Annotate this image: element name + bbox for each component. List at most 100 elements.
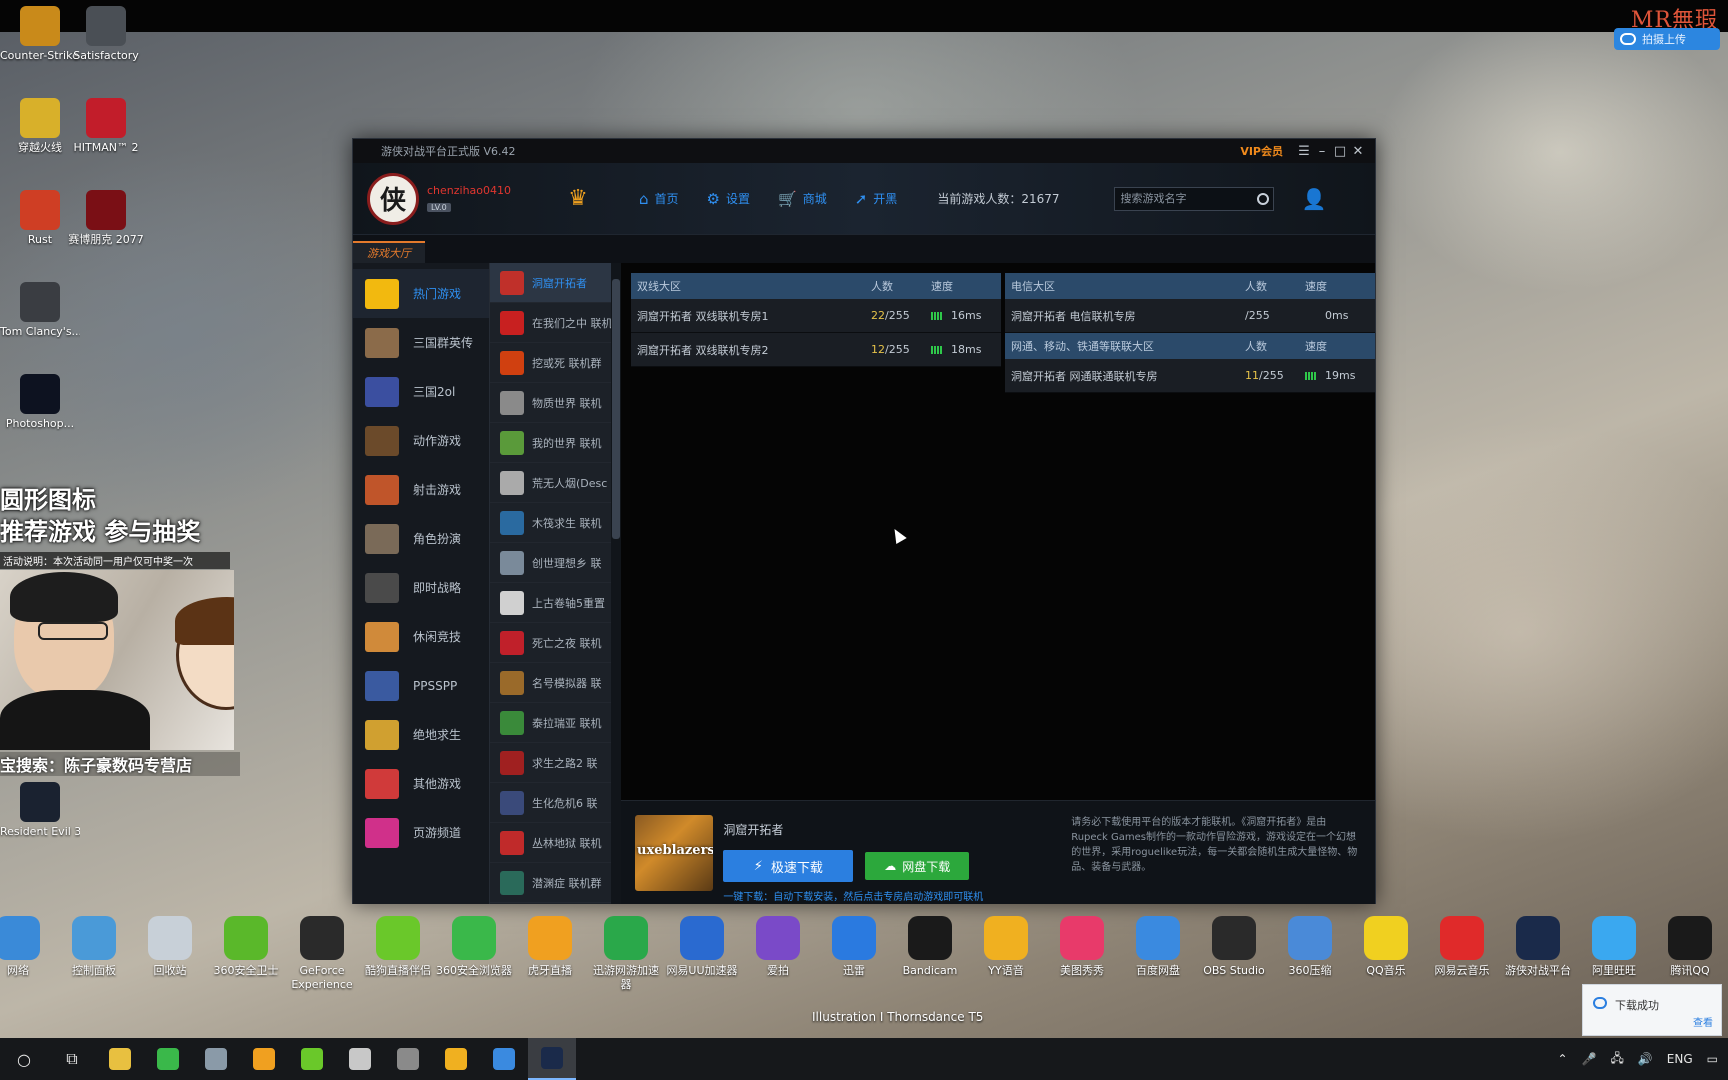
user-block[interactable]: chenzihao0410 LV.0 <box>427 184 539 213</box>
desktop-shortcut[interactable]: Bandicam <box>892 916 968 978</box>
microphone-icon[interactable]: 🎤 <box>1582 1052 1597 1066</box>
category-item[interactable]: 其他游戏 <box>353 759 489 808</box>
game-list-item[interactable]: 泰拉瑞亚 联机 <box>490 703 621 743</box>
upload-badge[interactable]: 拍摄上传 <box>1614 28 1720 50</box>
server-row[interactable]: 洞窟开拓者 双线联机专房1 22/255 16ms <box>631 299 1001 333</box>
taskbar-app[interactable] <box>336 1038 384 1080</box>
desktop-shortcut[interactable]: 百度网盘 <box>1120 916 1196 978</box>
scrollbar-thumb[interactable] <box>612 279 620 539</box>
minimize-button[interactable]: – <box>1313 144 1331 159</box>
search-circle-icon[interactable]: ○ <box>0 1038 48 1080</box>
taskbar-app[interactable] <box>288 1038 336 1080</box>
game-list-item[interactable]: 求生之路2 联 <box>490 743 621 783</box>
taskbar-app[interactable] <box>144 1038 192 1080</box>
game-list-item[interactable]: 洞窟开拓者 <box>490 263 621 303</box>
desktop-shortcut[interactable]: 360安全卫士 <box>208 916 284 978</box>
desktop-shortcut[interactable]: 爱拍 <box>740 916 816 978</box>
desktop-shortcut[interactable]: 网络 <box>0 916 56 978</box>
game-list-item[interactable]: 我的世界 联机 <box>490 423 621 463</box>
taskbar-app[interactable] <box>528 1038 576 1080</box>
server-row[interactable]: 洞窟开拓者 网通联通联机专房 11/255 19ms <box>1005 359 1375 393</box>
desktop-icon[interactable]: Resident Evil 3 <box>0 782 80 839</box>
user-profile-icon[interactable]: 👤 <box>1302 187 1327 211</box>
fast-download-button[interactable]: ⚡ 极速下载 <box>723 850 854 882</box>
language-indicator[interactable]: ENG <box>1667 1052 1693 1066</box>
username[interactable]: chenzihao0410 <box>427 184 539 197</box>
desktop-shortcut[interactable]: 360安全浏览器 <box>436 916 512 978</box>
desktop-shortcut[interactable]: 控制面板 <box>56 916 132 978</box>
app-logo[interactable]: 侠 <box>367 172 419 225</box>
category-item[interactable]: 三国群英传 <box>353 318 489 367</box>
game-list-scrollbar[interactable] <box>611 263 621 904</box>
game-list-item[interactable]: 物质世界 联机 <box>490 383 621 423</box>
volume-icon[interactable]: 🔊 <box>1638 1052 1653 1066</box>
game-list-item[interactable]: 丛林地狱 联机 <box>490 823 621 863</box>
nav-rocket[interactable]: ➚ 开黑 <box>855 190 898 208</box>
desktop-icon[interactable]: 赛博朋克 2077 <box>66 190 146 247</box>
game-list-item[interactable]: 在我们之中 联机 <box>490 303 621 343</box>
desktop-shortcut[interactable]: 回收站 <box>132 916 208 978</box>
title-bar[interactable]: 游侠对战平台正式版 V6.42 VIP会员 ☰ – □ ✕ <box>353 139 1375 163</box>
server-row[interactable]: 洞窟开拓者 双线联机专房2 12/255 18ms <box>631 333 1001 367</box>
search-box[interactable] <box>1113 186 1274 211</box>
game-list-item[interactable]: 创世理想乡 联 <box>490 543 621 583</box>
task-view-icon[interactable]: ⧉ <box>48 1038 96 1080</box>
search-input[interactable] <box>1120 192 1257 205</box>
nav-gear[interactable]: ⚙ 设置 <box>707 190 750 208</box>
desktop-shortcut[interactable]: 美图秀秀 <box>1044 916 1120 978</box>
toast-view-link[interactable]: 查看 <box>1693 1014 1713 1029</box>
desktop-shortcut[interactable]: 网易云音乐 <box>1424 916 1500 978</box>
taskbar-app[interactable] <box>384 1038 432 1080</box>
desktop-shortcut[interactable]: 腾讯QQ <box>1652 916 1728 978</box>
category-item[interactable]: 三国2ol <box>353 367 489 416</box>
download-tip[interactable]: 一键下载：自动下载安装，然后点击专房启动游戏即可联机 <box>723 888 1007 903</box>
category-item[interactable]: 热门游戏 <box>353 269 489 318</box>
menu-icon[interactable]: ☰ <box>1295 144 1313 159</box>
desktop-shortcut[interactable]: 虎牙直播 <box>512 916 588 978</box>
desktop-shortcut[interactable]: 迅游网游加速器 <box>588 916 664 992</box>
game-list-item[interactable]: 潜渊症 联机群 <box>490 863 621 903</box>
nav-home[interactable]: ⌂ 首页 <box>639 190 679 208</box>
taskbar-app[interactable] <box>192 1038 240 1080</box>
nav-cart[interactable]: 🛒 商城 <box>778 190 827 208</box>
game-list-item[interactable]: 上古卷轴5重置 <box>490 583 621 623</box>
search-icon[interactable] <box>1256 192 1269 205</box>
desktop-shortcut[interactable]: 阿里旺旺 <box>1576 916 1652 978</box>
notification-icon[interactable]: ▭ <box>1707 1052 1718 1066</box>
taskbar-app[interactable] <box>240 1038 288 1080</box>
server-row[interactable]: 洞窟开拓者 电信联机专房/255 0ms <box>1005 299 1375 333</box>
desktop-icon[interactable]: HITMAN™ 2 <box>66 98 146 155</box>
game-list-item[interactable]: 荒无人烟(Desc <box>490 463 621 503</box>
desktop-shortcut[interactable]: 迅雷 <box>816 916 892 978</box>
close-button[interactable]: ✕ <box>1349 144 1367 159</box>
maximize-button[interactable]: □ <box>1331 144 1349 159</box>
download-toast[interactable]: 下载成功 查看 <box>1582 984 1722 1036</box>
game-list-item[interactable]: 木筏求生 联机 <box>490 503 621 543</box>
category-item[interactable]: 绝地求生 <box>353 710 489 759</box>
desktop-shortcut[interactable]: GeForce Experience <box>284 916 360 992</box>
desktop-shortcut[interactable]: 游侠对战平台 <box>1500 916 1576 978</box>
category-item[interactable]: 动作游戏 <box>353 416 489 465</box>
game-list-item[interactable]: 死亡之夜 联机 <box>490 623 621 663</box>
category-item[interactable]: 角色扮演 <box>353 514 489 563</box>
taskbar-app[interactable] <box>480 1038 528 1080</box>
desktop-shortcut[interactable]: 网易UU加速器 <box>664 916 740 978</box>
game-list-item[interactable]: 名号模拟器 联 <box>490 663 621 703</box>
desktop-icon[interactable]: Tom Clancy's... <box>0 282 80 339</box>
game-list-item[interactable]: 生化危机6 联 <box>490 783 621 823</box>
netdisk-download-button[interactable]: ☁ 网盘下载 <box>865 852 970 880</box>
tray-arrow-icon[interactable]: ⌃ <box>1557 1052 1567 1066</box>
network-icon[interactable]: 🖧 <box>1610 1049 1623 1070</box>
category-item[interactable]: 页游频道 <box>353 808 489 857</box>
vip-crown-icon[interactable]: ♛ <box>563 186 593 212</box>
taskbar-app[interactable] <box>432 1038 480 1080</box>
desktop-shortcut[interactable]: OBS Studio <box>1196 916 1272 978</box>
taskbar-app[interactable] <box>96 1038 144 1080</box>
game-list-item[interactable]: 挖或死 联机群 <box>490 343 621 383</box>
category-item[interactable]: PPSSPP <box>353 661 489 710</box>
category-item[interactable]: 休闲竞技 <box>353 612 489 661</box>
category-item[interactable]: 射击游戏 <box>353 465 489 514</box>
tab-game-lobby[interactable]: 游戏大厅 <box>353 241 425 263</box>
desktop-shortcut[interactable]: 360压缩 <box>1272 916 1348 978</box>
vip-link[interactable]: VIP会员 <box>1240 143 1283 159</box>
